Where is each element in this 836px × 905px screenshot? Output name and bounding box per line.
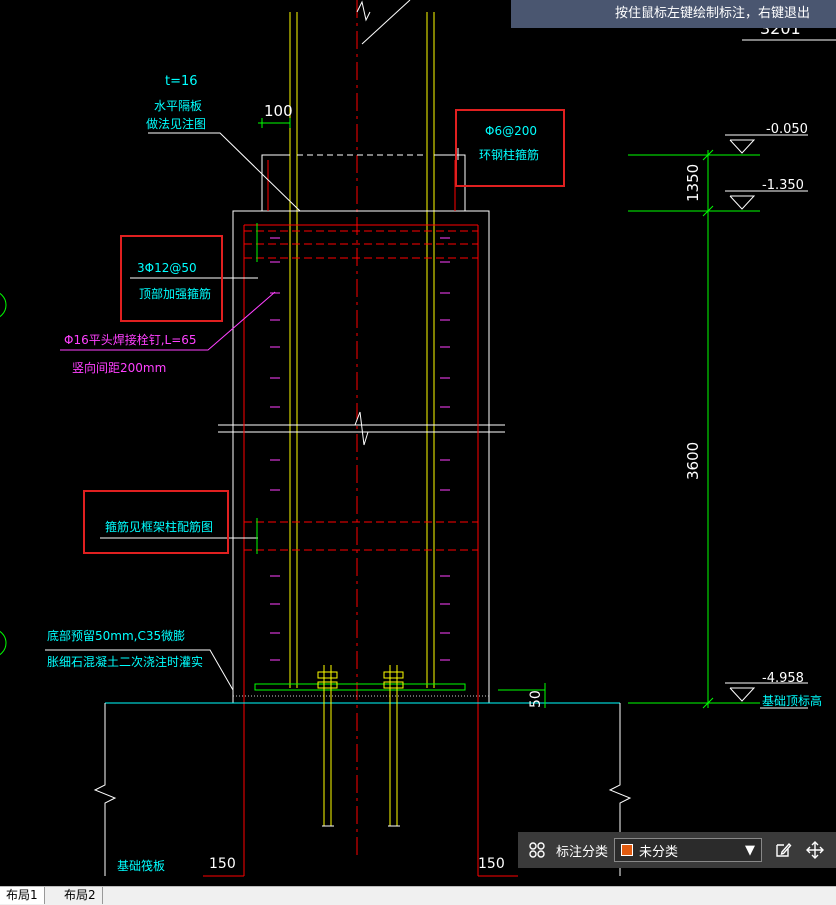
dim-3600: 3600 xyxy=(684,442,702,480)
grout-note-1: 底部预留50mm,C35微膨 xyxy=(47,628,185,643)
layout-tab-bar: 布局1 布局2 xyxy=(0,886,836,905)
annotation-category-select[interactable]: 未分类 ▼ xyxy=(614,838,763,862)
stud-note-1: Φ16平头焊接栓钉,L=65 xyxy=(64,332,197,347)
dim-1350: 1350 xyxy=(684,164,702,202)
stud-note-2: 竖向间距200mm xyxy=(72,360,166,375)
hoop-note: 箍筋见框架柱配筋图 xyxy=(105,519,213,534)
annotation-toolbar: 标注分类 未分类 ▼ xyxy=(518,832,836,868)
grid-icon[interactable] xyxy=(524,837,550,863)
cad-drawing-canvas[interactable]: t=16 水平隔板 做法见注图 100 Φ6@200 环钢柱箍筋 3Φ12@50… xyxy=(0,0,836,886)
dim-50: 50 xyxy=(528,690,544,708)
dim-150-left: 150 xyxy=(209,856,236,872)
elevation-symbols xyxy=(725,39,836,709)
category-color-swatch xyxy=(621,844,634,856)
plate-note-2: 做法见注图 xyxy=(146,116,206,131)
stirrup-ring-1: Φ6@200 xyxy=(485,124,537,138)
stud-marks xyxy=(60,237,450,661)
elevation-3: -4.958 xyxy=(762,671,804,686)
green-circles xyxy=(0,292,7,656)
t-label: t=16 xyxy=(165,74,198,89)
elevation-3-note: 基础顶标高 xyxy=(762,693,822,708)
annotation-category-value: 未分类 xyxy=(639,844,679,860)
stirrup-ring-2: 环钢柱箍筋 xyxy=(479,147,539,162)
edit-icon[interactable] xyxy=(770,837,796,863)
review-markup-boxes xyxy=(83,109,565,554)
leaders-white xyxy=(45,132,459,691)
foundation-label: 基础筏板 xyxy=(117,859,165,873)
plate-note-1: 水平隔板 xyxy=(154,99,202,113)
red-rebar xyxy=(203,160,518,877)
top-rebar-2: 顶部加强箍筋 xyxy=(139,286,211,301)
elevation-1: -0.050 xyxy=(766,122,808,137)
tab-layout-1[interactable]: 布局1 xyxy=(0,887,45,904)
move-icon[interactable] xyxy=(802,837,828,863)
annotation-category-label: 标注分类 xyxy=(556,844,609,860)
dim-150-right: 150 xyxy=(478,856,505,872)
status-tooltip: 按住鼠标左键绘制标注，右键退出 xyxy=(511,0,836,28)
green-dimension-lines xyxy=(256,118,760,709)
concrete-encasement xyxy=(218,154,505,704)
elevation-2: -1.350 xyxy=(762,178,804,193)
grout-note-2: 胀细石混凝土二次浇注时灌实 xyxy=(47,654,203,669)
chevron-down-icon: ▼ xyxy=(745,842,756,858)
drawing-texts: t=16 水平隔板 做法见注图 100 Φ6@200 环钢柱箍筋 3Φ12@50… xyxy=(47,19,822,873)
dim-100: 100 xyxy=(264,102,293,120)
tab-layout-2[interactable]: 布局2 xyxy=(58,887,103,904)
top-rebar-1: 3Φ12@50 xyxy=(137,261,197,275)
base-plate-anchors xyxy=(105,665,620,827)
